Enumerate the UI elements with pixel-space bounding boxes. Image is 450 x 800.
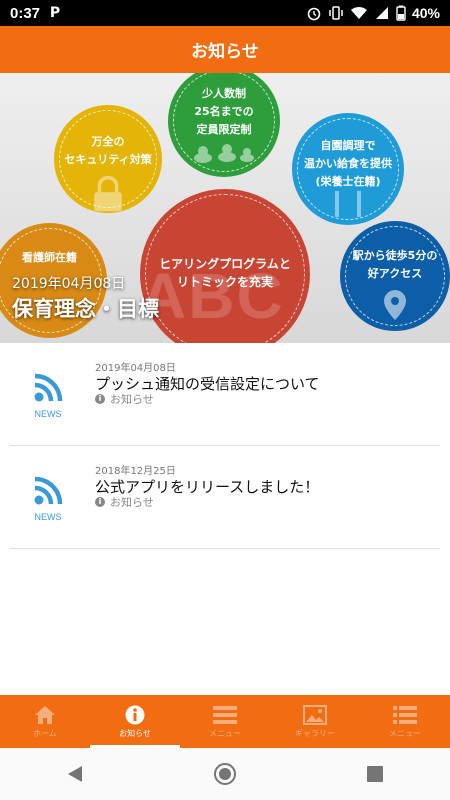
vibrate-icon	[329, 6, 343, 20]
tab-label: お知らせ	[119, 728, 151, 738]
tab-gallery[interactable]: ギャラリー	[270, 695, 360, 748]
circle-text: 定員限定制	[196, 123, 252, 136]
tab-label: ギャラリー	[295, 728, 335, 738]
info-icon: i	[95, 497, 105, 507]
home-circle-icon	[214, 763, 236, 785]
hero-title: 保育理念・目標	[12, 297, 159, 321]
tab-home[interactable]: ホーム	[0, 695, 90, 748]
circle-text: 自園調理で	[320, 139, 376, 152]
info-icon	[125, 705, 145, 724]
circle-text: 温かい給食を提供	[304, 157, 392, 170]
circle-text: 好アクセス	[367, 267, 423, 280]
rss-icon	[34, 476, 63, 505]
news-category-label: お知らせ	[110, 496, 154, 509]
lock-icon	[94, 175, 122, 212]
feature-circle-security: 万全の セキュリティ対策	[54, 105, 162, 213]
circle-text: セキュリティ対策	[64, 153, 152, 166]
news-icon-label: NEWS	[34, 512, 62, 522]
hero-date: 2019年04月08日	[12, 276, 126, 292]
bottom-tab-bar: ホーム お知らせ メニュー ギャラリー メニュー	[0, 695, 450, 748]
circle-text: (栄養士在籍)	[315, 175, 381, 188]
signal-icon	[375, 7, 388, 19]
battery-percent: 40%	[411, 5, 440, 21]
tab-label: メニュー	[209, 728, 241, 738]
menu-list-icon	[213, 705, 237, 724]
feature-circle-small-class: 少人数制 25名までの 定員限定制	[168, 73, 280, 177]
news-list: NEWS 2019年04月08日 プッシュ通知の受信設定について i お知らせ …	[0, 343, 450, 549]
news-thumbnail: NEWS	[30, 373, 66, 419]
gallery-icon	[303, 704, 327, 725]
info-icon: i	[95, 394, 105, 404]
cutlery-icon	[335, 191, 361, 217]
news-category: i お知らせ	[95, 391, 154, 407]
map-pin-icon	[384, 290, 406, 320]
tab-label: メニュー	[389, 728, 421, 738]
recents-square-icon	[367, 766, 383, 782]
parking-app-icon: P	[49, 5, 61, 21]
tab-label: ホーム	[33, 728, 57, 738]
status-bar: 0:37 P 40%	[0, 0, 450, 26]
circle-text: 少人数制	[202, 87, 246, 100]
news-icon-label: NEWS	[34, 409, 62, 419]
home-icon	[35, 705, 55, 724]
circle-text: 万全の	[91, 135, 125, 148]
news-thumbnail: NEWS	[30, 476, 66, 522]
wifi-icon	[350, 6, 367, 19]
hero-banner[interactable]: 少人数制 25名までの 定員限定制 万全の セキュリティ対策 自園調理で 温かい…	[0, 73, 450, 343]
news-list-item[interactable]: NEWS 2018年12月25日 公式アプリをリリースしました！ i お知らせ	[10, 446, 440, 549]
tab-news[interactable]: お知らせ	[90, 695, 180, 748]
abc-watermark: ABC	[140, 260, 285, 332]
tab-menu[interactable]: メニュー	[180, 695, 270, 748]
page-title: お知らせ	[191, 42, 259, 62]
status-time: 0:37	[10, 4, 41, 22]
news-list-item[interactable]: NEWS 2019年04月08日 プッシュ通知の受信設定について i お知らせ	[10, 343, 440, 446]
news-date: 2018年12月25日	[95, 466, 176, 477]
app-header: お知らせ	[0, 26, 450, 73]
back-triangle-icon	[68, 766, 82, 782]
system-nav-bar	[0, 748, 450, 800]
battery-icon	[396, 5, 406, 21]
back-button[interactable]	[55, 754, 95, 794]
ducks-icon	[194, 144, 254, 163]
list-icon	[393, 705, 417, 724]
recents-button[interactable]	[355, 754, 395, 794]
news-date: 2019年04月08日	[95, 363, 176, 374]
feature-circle-lunch: 自園調理で 温かい給食を提供 (栄養士在籍)	[292, 113, 404, 225]
news-category-label: お知らせ	[110, 393, 154, 406]
feature-circle-access: 駅から徒歩5分の 好アクセス	[340, 221, 450, 331]
home-button[interactable]	[205, 754, 245, 794]
circle-text: 駅から徒歩5分の	[352, 249, 438, 262]
tab-menu-list[interactable]: メニュー	[360, 695, 450, 748]
circle-text: 看護師在籍	[22, 251, 77, 264]
news-category: i お知らせ	[95, 494, 154, 510]
rss-icon	[34, 373, 63, 402]
alarm-icon	[307, 7, 321, 21]
circle-text: 25名までの	[194, 105, 254, 118]
